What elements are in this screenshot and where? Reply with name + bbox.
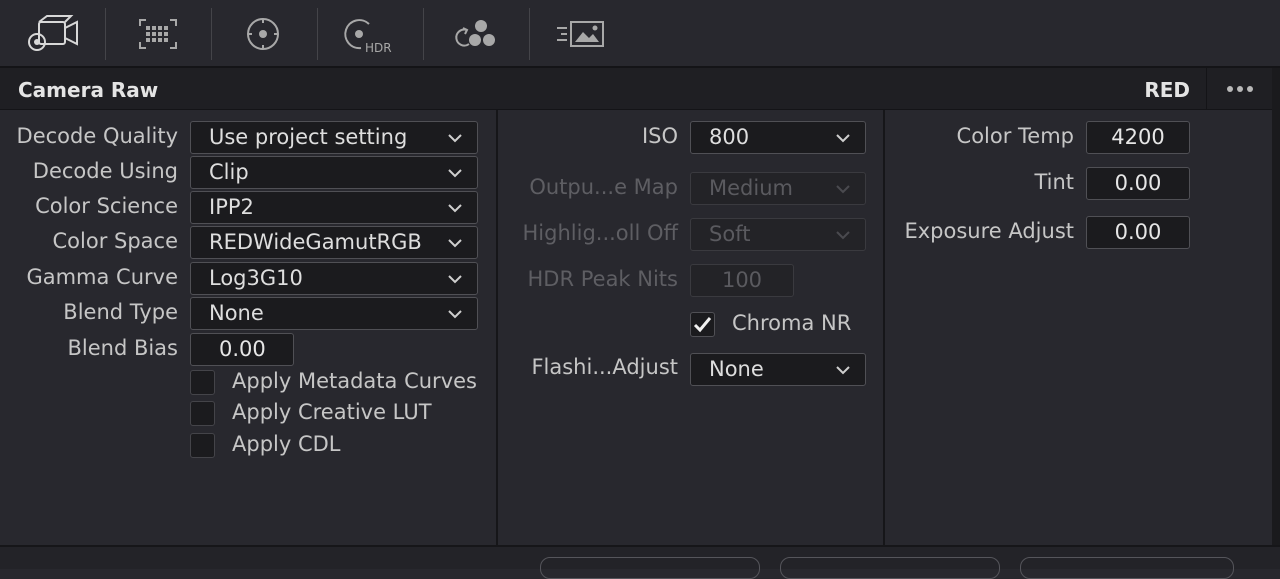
chroma-nr-checkbox[interactable] [690,312,715,337]
chevron-down-icon [836,231,850,240]
tint-label: Tint [1034,170,1074,194]
highlight-rolloff-value: Soft [709,222,751,246]
hdr-peak-nits-label: HDR Peak Nits [527,267,679,291]
chevron-down-icon [836,185,850,194]
color-science-dropdown[interactable]: IPP2 [190,191,478,224]
decode-using-label: Decode Using [32,159,178,183]
chevron-down-icon [448,134,462,143]
hdr-peak-nits-input: 100 [690,264,794,297]
gamma-curve-dropdown[interactable]: Log3G10 [190,262,478,295]
motion-effects-tab[interactable] [551,10,611,58]
hdr-tab[interactable]: HDR [339,10,399,58]
color-space-label: Color Space [52,229,179,253]
output-tone-map-dropdown: Medium [690,172,866,205]
motion-effects-icon [557,21,604,47]
bottom-button-3[interactable] [1020,557,1234,579]
color-match-icon [139,19,177,49]
panel-header: Camera Raw RED [0,68,1280,110]
blend-bias-label: Blend Bias [67,336,178,360]
iso-label: ISO [641,124,678,148]
chevron-down-icon [448,204,462,213]
scrollbar-track[interactable] [1272,68,1280,546]
color-science-label: Color Science [35,194,178,218]
camera-raw-icon [28,15,78,51]
color-match-tab[interactable] [128,10,188,58]
decode-quality-dropdown[interactable]: Use project setting [190,121,478,154]
gamma-curve-value: Log3G10 [209,266,303,290]
toolbar: HDR [0,0,1280,68]
rgb-mixer-tab[interactable] [445,10,505,58]
gamma-curve-label: Gamma Curve [26,265,178,289]
apply-metadata-curves-label: Apply Metadata Curves [232,369,477,393]
flashing-adjust-value: None [709,357,764,381]
exposure-adjust-input[interactable]: 0.00 [1086,216,1190,249]
chevron-down-icon [448,275,462,284]
blend-type-label: Blend Type [63,300,178,324]
chevron-down-icon [836,366,850,375]
output-tone-map-value: Medium [709,176,793,200]
apply-creative-lut-label: Apply Creative LUT [232,400,432,424]
bottom-button-bar [0,545,1280,579]
iso-dropdown[interactable]: 800 [690,121,866,154]
flashing-adjust-dropdown[interactable]: None [690,353,866,386]
chevron-down-icon [448,169,462,178]
tint-input[interactable]: 0.00 [1086,167,1190,200]
options-button[interactable] [1208,68,1272,110]
apply-creative-lut-checkbox[interactable] [190,401,215,426]
apply-cdl-label: Apply CDL [232,432,341,456]
camera-raw-tab[interactable] [22,10,82,58]
iso-value: 800 [709,125,750,149]
apply-metadata-curves-checkbox[interactable] [190,370,215,395]
output-tone-map-label: Outpu...e Map [529,175,678,199]
bottom-button-1[interactable] [540,557,760,579]
highlight-rolloff-label: Highlig...oll Off [522,221,678,245]
color-space-value: REDWideGamutRGB [209,230,422,254]
color-science-value: IPP2 [209,195,254,219]
raw-format-label: RED [1144,78,1190,102]
decode-using-dropdown[interactable]: Clip [190,156,478,189]
checkmark-icon [693,317,712,333]
decode-quality-label: Decode Quality [16,124,178,148]
primaries-icon [247,18,279,50]
hdr-text: HDR [365,41,392,54]
chevron-down-icon [836,134,850,143]
blend-type-dropdown[interactable]: None [190,297,478,330]
apply-cdl-checkbox[interactable] [190,433,215,458]
hdr-icon: HDR [344,19,392,54]
color-temp-input[interactable]: 4200 [1086,121,1190,154]
more-options-icon [1227,86,1233,92]
primaries-tab[interactable] [233,10,293,58]
chroma-nr-label: Chroma NR [732,311,852,335]
decode-using-value: Clip [209,160,249,184]
color-temp-label: Color Temp [956,124,1074,148]
flashing-adjust-label: Flashi...Adjust [531,355,678,379]
exposure-adjust-label: Exposure Adjust [904,219,1074,243]
blend-bias-input[interactable]: 0.00 [190,333,294,366]
highlight-rolloff-dropdown: Soft [690,218,866,251]
bottom-button-2[interactable] [780,557,1000,579]
rgb-mixer-icon [455,20,495,47]
color-space-dropdown[interactable]: REDWideGamutRGB [190,226,478,259]
chevron-down-icon [448,310,462,319]
decode-quality-value: Use project setting [209,125,408,149]
chevron-down-icon [448,239,462,248]
panel-title: Camera Raw [18,78,159,102]
blend-type-value: None [209,301,264,325]
